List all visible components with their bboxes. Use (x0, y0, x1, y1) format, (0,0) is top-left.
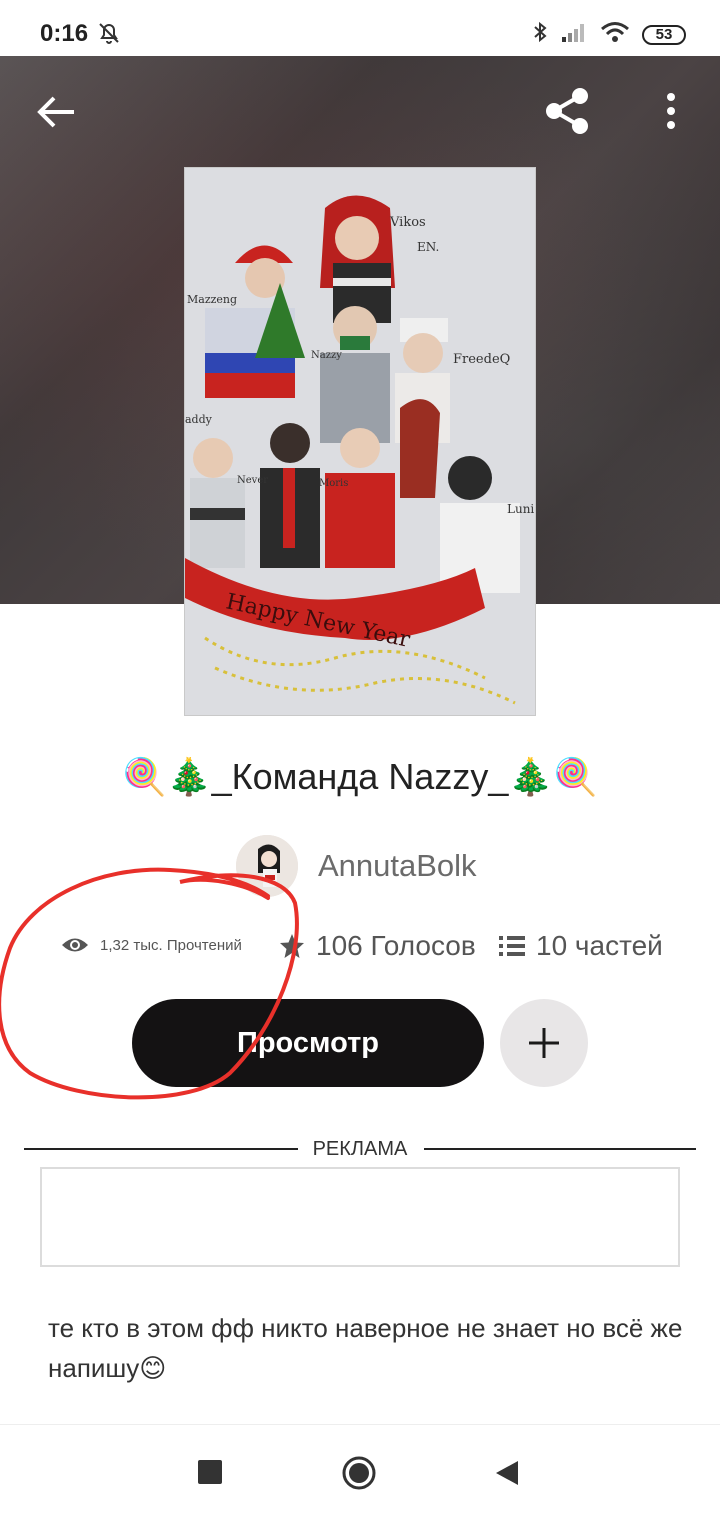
author-name[interactable]: AnnutaBolk (318, 848, 477, 884)
cover-illustration: Happy New Year Vikos Mazzeng EN. Nazzy F… (185, 168, 535, 715)
votes-stat: 106 Голосов (278, 930, 476, 962)
more-vertical-icon (667, 93, 675, 129)
arrow-left-icon (37, 96, 74, 128)
triangle-back-icon (496, 1461, 518, 1485)
status-icons: 53 (532, 20, 686, 49)
ad-label: РЕКЛАМА (312, 1138, 408, 1160)
share-button[interactable] (540, 84, 596, 140)
recents-button[interactable] (198, 1460, 222, 1484)
votes-count: 106 Голосов (316, 930, 476, 961)
story-cover[interactable]: Happy New Year Vikos Mazzeng EN. Nazzy F… (184, 167, 536, 716)
cover-name: Never (237, 475, 268, 486)
list-icon (499, 936, 525, 956)
back-button[interactable] (32, 88, 80, 136)
plus-icon (529, 1028, 559, 1058)
story-stats: 1,32 тыс. Прочтений 106 Голосов 10 часте… (0, 928, 720, 972)
ad-divider (24, 1148, 298, 1150)
ad-slot[interactable] (40, 1167, 680, 1267)
share-icon (546, 88, 588, 134)
battery-indicator: 53 (642, 24, 686, 45)
eye-icon (62, 938, 88, 952)
cover-name: Nazzy (311, 350, 342, 361)
home-circle-icon (342, 1456, 376, 1490)
cover-name: FreedeQ (453, 352, 510, 367)
status-bar: 0:16 53 (0, 0, 720, 56)
wifi-icon (600, 21, 630, 48)
story-title: 🍭🎄_Команда Nazzy_🎄🍭 (121, 756, 599, 797)
view-button[interactable]: Просмотр (132, 999, 484, 1087)
cover-name: Luni (507, 502, 534, 516)
reads-count: 1,32 тыс. Прочтений (100, 936, 242, 954)
cover-name: addy (185, 413, 213, 426)
story-description: те кто в этом фф никто наверное не знает… (48, 1313, 683, 1383)
bell-muted-icon (96, 20, 122, 51)
signal-icon (560, 21, 588, 48)
avatar[interactable] (236, 835, 298, 897)
cover-name: Vikos (389, 215, 426, 230)
bluetooth-icon (532, 20, 548, 49)
add-to-library-button[interactable] (500, 999, 588, 1087)
system-back-button[interactable] (494, 1459, 520, 1487)
cover-name: Moris (319, 478, 348, 489)
more-options-button[interactable] (656, 90, 686, 134)
home-button[interactable] (341, 1455, 377, 1491)
parts-stat: 10 частей (498, 930, 663, 962)
ad-divider (424, 1148, 696, 1150)
cover-name: EN. (417, 240, 439, 254)
parts-count: 10 частей (536, 930, 663, 961)
author-row[interactable]: AnnutaBolk (236, 834, 477, 898)
status-time: 0:16 (40, 20, 89, 47)
reads-stat: 1,32 тыс. Прочтений (60, 934, 242, 956)
cover-name: Mazzeng (187, 293, 237, 306)
star-icon (280, 934, 304, 958)
